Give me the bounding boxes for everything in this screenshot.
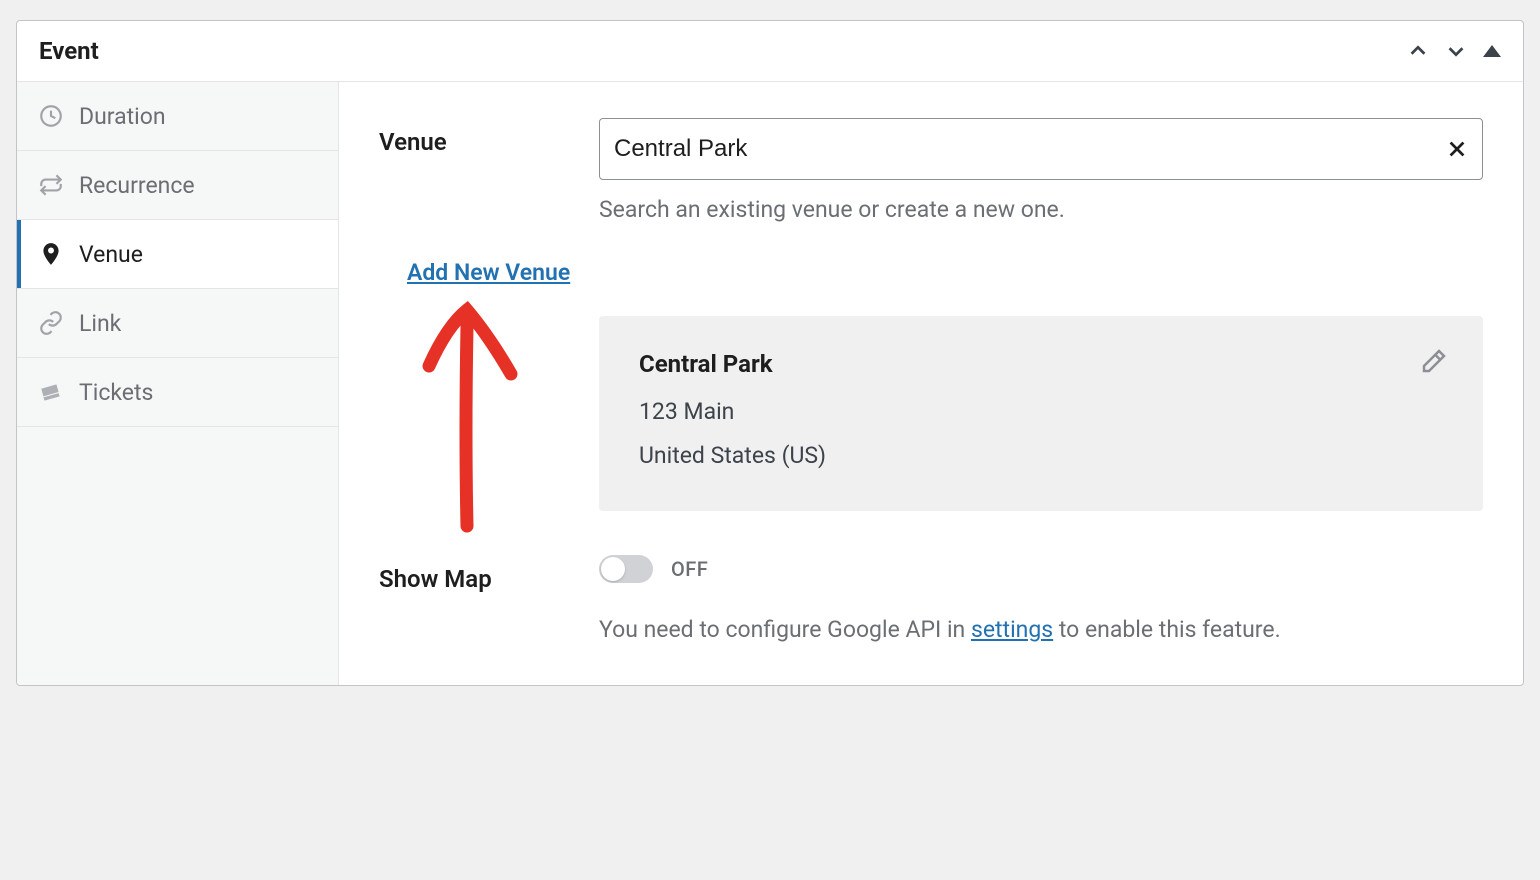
- venue-label: Venue: [379, 118, 579, 156]
- venue-card-row: Central Park 123 Main United States (US): [379, 310, 1483, 511]
- edit-icon[interactable]: [1419, 346, 1449, 376]
- panel-controls: [1407, 40, 1501, 62]
- sidebar: Duration Recurrence Venue Link: [17, 82, 339, 685]
- show-map-toggle-wrap: OFF: [599, 555, 1483, 583]
- show-map-label: Show Map: [379, 555, 579, 593]
- sidebar-item-tickets[interactable]: Tickets: [17, 358, 338, 427]
- chevron-up-icon[interactable]: [1407, 40, 1429, 62]
- sidebar-item-label: Venue: [79, 241, 143, 268]
- show-map-toggle[interactable]: [599, 555, 653, 583]
- event-panel: Event Duration Recurrence: [16, 20, 1524, 686]
- map-note-prefix: You need to configure Google API in: [599, 616, 971, 643]
- venue-card-country: United States (US): [639, 434, 1443, 478]
- link-icon: [37, 309, 65, 337]
- location-pin-icon: [37, 240, 65, 268]
- panel-title: Event: [39, 37, 99, 65]
- tickets-icon: [37, 378, 65, 406]
- clock-icon: [37, 102, 65, 130]
- content-area: Venue Search an existing venue or create…: [339, 82, 1523, 685]
- sidebar-item-duration[interactable]: Duration: [17, 82, 338, 151]
- show-map-note: You need to configure Google API in sett…: [599, 611, 1483, 649]
- map-note-suffix: to enable this feature.: [1053, 616, 1280, 643]
- sidebar-item-link[interactable]: Link: [17, 289, 338, 358]
- show-map-row: Show Map OFF You need to configure Googl…: [379, 555, 1483, 649]
- collapse-triangle-icon[interactable]: [1483, 45, 1501, 57]
- venue-field-row: Venue Search an existing venue or create…: [379, 118, 1483, 223]
- panel-header: Event: [17, 21, 1523, 82]
- add-new-venue-link[interactable]: Add New Venue: [407, 259, 570, 286]
- repeat-icon: [37, 171, 65, 199]
- venue-card: Central Park 123 Main United States (US): [599, 316, 1483, 511]
- sidebar-item-venue[interactable]: Venue: [17, 220, 338, 289]
- settings-link[interactable]: settings: [971, 616, 1053, 643]
- toggle-knob: [601, 557, 625, 581]
- sidebar-item-recurrence[interactable]: Recurrence: [17, 151, 338, 220]
- venue-card-name: Central Park: [639, 350, 1443, 378]
- sidebar-item-label: Tickets: [79, 379, 153, 406]
- sidebar-item-label: Link: [79, 310, 121, 337]
- chevron-down-icon[interactable]: [1445, 40, 1467, 62]
- clear-icon[interactable]: [1446, 138, 1468, 160]
- panel-body: Duration Recurrence Venue Link: [17, 82, 1523, 685]
- sidebar-item-label: Duration: [79, 103, 166, 130]
- sidebar-item-label: Recurrence: [79, 172, 195, 199]
- venue-search-input[interactable]: [614, 135, 1446, 163]
- venue-card-address: 123 Main: [639, 390, 1443, 434]
- venue-input-wrap: [599, 118, 1483, 180]
- venue-help-text: Search an existing venue or create a new…: [599, 196, 1483, 223]
- toggle-state-label: OFF: [671, 557, 708, 581]
